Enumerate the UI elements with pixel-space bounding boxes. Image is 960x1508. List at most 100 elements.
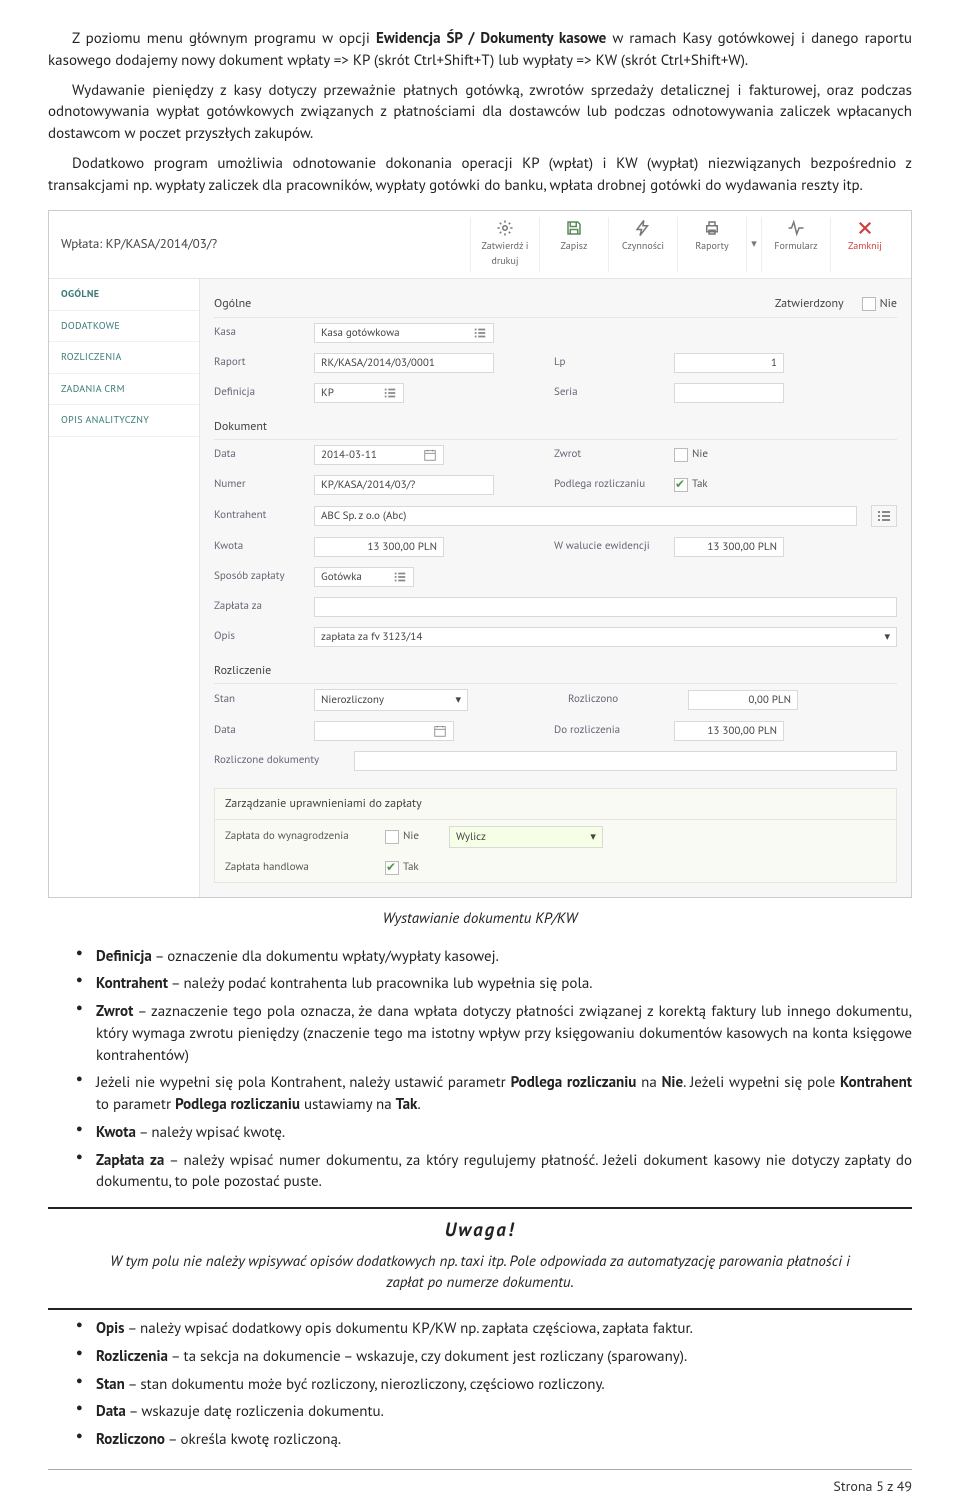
status-label: Zatwierdzony: [775, 295, 844, 312]
data2-field[interactable]: [314, 721, 454, 741]
sposob-field[interactable]: Gotówka: [314, 567, 414, 587]
dorozliczenia-label: Do rozliczenia: [554, 723, 674, 739]
rozliczono-label: Rozliczono: [568, 692, 688, 708]
zwyn-checkbox[interactable]: Nie: [385, 829, 419, 845]
toolbar-confirm-print[interactable]: Zatwierdź i drukuj: [470, 217, 539, 272]
kontrahent-label: Kontrahent: [214, 508, 314, 524]
list-item: Kontrahent – należy podać kontrahenta lu…: [96, 973, 912, 995]
calendar-icon: [433, 724, 447, 738]
zwrot-checkbox[interactable]: Nie: [674, 447, 708, 463]
window-title: Wpłata: KP/KASA/2014/03/?: [61, 235, 217, 254]
dorozliczenia-field: 13 300,00 PLN: [674, 721, 784, 741]
paragraph-2: Wydawanie pieniędzy z kasy dotyczy przew…: [48, 80, 912, 145]
note-title: Uwaga!: [48, 1217, 912, 1245]
sidebar-item-analytical[interactable]: OPIS ANALITYCZNY: [49, 405, 199, 437]
numer-label: Numer: [214, 477, 314, 493]
field-descriptions-list: Definicja – oznaczenie dla dokumentu wpł…: [48, 946, 912, 1194]
opis-label: Opis: [214, 629, 314, 645]
screenshot-caption: Wystawianie dokumentu KP/KW: [48, 908, 912, 930]
definicja-label: Definicja: [214, 385, 314, 401]
zhand-checkbox[interactable]: Tak: [385, 860, 419, 876]
note-body: W tym polu nie należy wpisywać opisów do…: [104, 1251, 856, 1295]
list-item: Stan – stan dokumentu może być rozliczon…: [96, 1374, 912, 1396]
zwyn-label: Zapłata do wynagrodzenia: [225, 829, 385, 845]
toolbar-form[interactable]: Formularz: [761, 217, 830, 272]
paragraph-1: Z poziomu menu głównym programu w opcji …: [48, 28, 912, 72]
para1-bold: Ewidencja ŚP / Dokumenty kasowe: [376, 29, 606, 48]
stan-label: Stan: [214, 692, 314, 708]
kasa-label: Kasa: [214, 325, 314, 341]
seria-label: Seria: [554, 385, 674, 401]
zhand-label: Zapłata handlowa: [225, 860, 385, 876]
list-item: Opis – należy wpisać dodatkowy opis doku…: [96, 1318, 912, 1340]
numer-field[interactable]: KP/KASA/2014/03/?: [314, 475, 494, 495]
paragraph-3: Dodatkowo program umożliwia odnotowanie …: [48, 153, 912, 197]
zaplata-field[interactable]: [314, 597, 897, 617]
seria-field[interactable]: [674, 383, 784, 403]
list-item: Zwrot – zaznaczenie tego pola oznacza, ż…: [96, 1001, 912, 1066]
list-item: Zapłata za – należy wpisać numer dokumen…: [96, 1150, 912, 1194]
rozdok-label: Rozliczone dokumenty: [214, 753, 354, 769]
list-item: Rozliczono – określa kwotę rozliczoną.: [96, 1429, 912, 1451]
para1-pre: Z poziomu menu głównym programu w opcji: [72, 29, 376, 48]
zwrot-label: Zwrot: [554, 447, 674, 463]
list-icon: [393, 570, 407, 584]
toolbar-dropdown-icon[interactable]: ▾: [746, 217, 761, 272]
divider: [48, 1207, 912, 1209]
page-footer: Strona 5 z 49: [48, 1469, 912, 1496]
status-checkbox[interactable]: Nie: [862, 295, 897, 312]
kwota-field[interactable]: 13 300,00 PLN: [314, 537, 444, 557]
data-field[interactable]: 2014-03-11: [314, 445, 444, 465]
data-label: Data: [214, 447, 314, 463]
raport-field[interactable]: RK/KASA/2014/03/0001: [314, 353, 494, 373]
section-document: Dokument: [214, 418, 897, 440]
field-descriptions-list-2: Opis – należy wpisać dodatkowy opis doku…: [48, 1318, 912, 1451]
sidebar-item-additional[interactable]: DODATKOWE: [49, 311, 199, 343]
raport-label: Raport: [214, 355, 314, 371]
waluta-field: 13 300,00 PLN: [674, 537, 784, 557]
toolbar-reports[interactable]: Raporty: [677, 217, 746, 272]
kwota-label: Kwota: [214, 539, 314, 555]
permissions-header: Zarządzanie uprawnieniami do zapłaty: [215, 789, 896, 819]
sidebar: OGÓLNE DODATKOWE ROZLICZENIA ZADANIA CRM…: [49, 279, 200, 897]
kontrahent-field[interactable]: ABC Sp. z o.o (Abc): [314, 506, 857, 526]
form-panel: Ogólne Zatwierdzony Nie Kasa Kasa gotówk…: [200, 279, 911, 897]
data2-label: Data: [214, 723, 314, 739]
list-item: Jeżeli nie wypełni się pola Kontrahent, …: [96, 1072, 912, 1116]
calendar-icon: [423, 448, 437, 462]
opis-field[interactable]: zapłata za fv 3123/14▾: [314, 627, 897, 647]
rozliczono-field: 0,00 PLN: [688, 690, 798, 710]
stan-select[interactable]: Nierozliczony▾: [314, 689, 468, 711]
save-icon: [565, 219, 583, 237]
chevron-down-icon: ▾: [455, 690, 461, 710]
list-item: Data – wskazuje datę rozliczenia dokumen…: [96, 1401, 912, 1423]
app-screenshot: Wpłata: KP/KASA/2014/03/? Zatwierdź i dr…: [48, 210, 912, 898]
waluta-label: W walucie ewidencji: [554, 539, 674, 555]
lp-label: Lp: [554, 355, 674, 371]
print-icon: [703, 219, 721, 237]
definicja-field[interactable]: KP: [314, 383, 404, 403]
sidebar-item-crm[interactable]: ZADANIA CRM: [49, 374, 199, 406]
kasa-field[interactable]: Kasa gotówkowa: [314, 323, 494, 343]
toolbar-save[interactable]: Zapisz: [539, 217, 608, 272]
podlega-checkbox[interactable]: Tak: [674, 477, 708, 493]
wylicz-select[interactable]: Wylicz▾: [449, 826, 603, 848]
toolbar-actions[interactable]: Czynności: [608, 217, 677, 272]
podlega-label: Podlega rozliczaniu: [554, 477, 674, 493]
sidebar-item-settlements[interactable]: ROZLICZENIA: [49, 342, 199, 374]
list-icon: [473, 326, 487, 340]
chevron-down-icon: ▾: [590, 827, 596, 847]
divider: [48, 1308, 912, 1310]
settings-icon: [496, 219, 514, 237]
list-item: Rozliczenia – ta sekcja na dokumencie – …: [96, 1346, 912, 1368]
chevron-down-icon: ▾: [884, 627, 890, 647]
sposob-label: Sposób zapłaty: [214, 569, 314, 585]
lp-field[interactable]: 1: [674, 353, 784, 373]
sidebar-item-general[interactable]: OGÓLNE: [49, 279, 199, 311]
rozdok-field[interactable]: [354, 751, 897, 771]
zaplata-label: Zapłata za: [214, 599, 314, 615]
bolt-icon: [634, 219, 652, 237]
section-settlement: Rozliczenie: [214, 662, 897, 684]
kontrahent-list-icon[interactable]: [871, 505, 897, 527]
toolbar-close[interactable]: Zamknij: [830, 217, 899, 272]
